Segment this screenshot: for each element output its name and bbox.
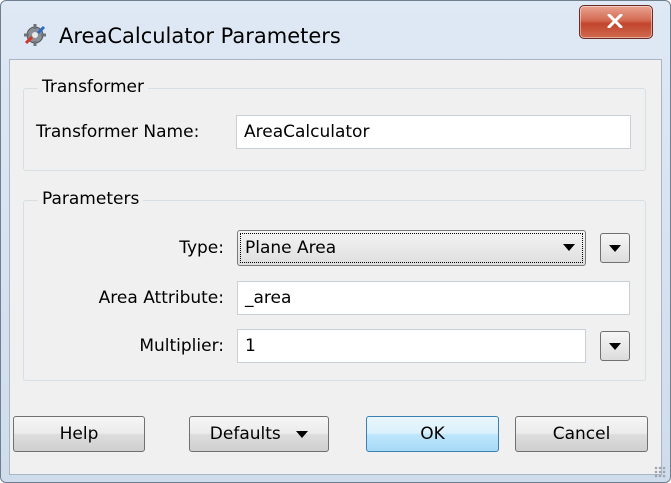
dialog-window: AreaCalculator Parameters Transformer Tr… — [0, 0, 671, 483]
transformer-group-title: Transformer — [38, 77, 149, 97]
transformer-name-label: Transformer Name: — [36, 122, 200, 142]
transformer-name-input[interactable]: AreaCalculator — [236, 115, 631, 149]
area-attribute-label: Area Attribute: — [98, 288, 224, 308]
area-calculator-app-icon — [23, 23, 47, 47]
cancel-button[interactable]: Cancel — [515, 416, 648, 452]
type-select[interactable]: Plane Area — [237, 230, 586, 266]
type-label: Type: — [179, 238, 224, 258]
help-button[interactable]: Help — [13, 416, 145, 452]
chevron-down-icon — [296, 430, 309, 438]
parameters-group: Parameters Type: Plane Area Area Attribu… — [23, 189, 646, 381]
ok-button[interactable]: OK — [366, 416, 499, 452]
area-attribute-input[interactable]: _area — [237, 281, 630, 315]
close-button[interactable] — [579, 5, 653, 39]
defaults-button[interactable]: Defaults — [189, 416, 329, 452]
chevron-down-icon — [609, 245, 621, 252]
multiplier-input[interactable]: 1 — [237, 329, 586, 363]
title-bar[interactable]: AreaCalculator Parameters — [1, 1, 670, 59]
type-select-value: Plane Area — [240, 233, 583, 263]
parameters-group-title: Parameters — [38, 189, 144, 209]
type-options-button[interactable] — [600, 233, 630, 263]
resize-grip[interactable] — [654, 466, 666, 478]
dialog-client-area: Transformer Transformer Name: AreaCalcul… — [9, 59, 662, 475]
defaults-button-label: Defaults — [209, 424, 281, 444]
multiplier-label: Multiplier: — [139, 336, 224, 356]
window-title: AreaCalculator Parameters — [59, 24, 341, 48]
close-icon — [607, 14, 623, 28]
multiplier-options-button[interactable] — [600, 331, 630, 361]
chevron-down-icon — [609, 343, 621, 350]
chevron-down-icon — [563, 244, 575, 251]
transformer-group: Transformer Transformer Name: AreaCalcul… — [23, 77, 646, 171]
